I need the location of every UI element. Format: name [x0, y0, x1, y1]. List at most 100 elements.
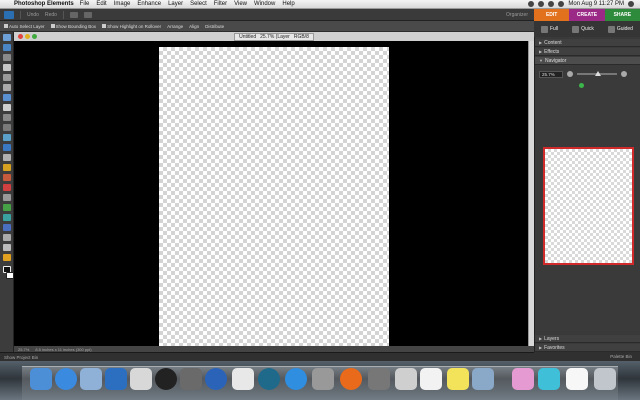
- layout-icon[interactable]: [83, 11, 92, 18]
- iphoto-icon[interactable]: [105, 368, 127, 390]
- zoom-window-icon[interactable]: [32, 34, 37, 39]
- firefox-icon[interactable]: [340, 368, 362, 390]
- menu-clock[interactable]: Mon Aug 9 11:27 PM: [568, 1, 624, 7]
- zoom-tool-icon[interactable]: [3, 44, 11, 51]
- time-machine-icon[interactable]: [258, 368, 280, 390]
- document-canvas[interactable]: [159, 47, 389, 346]
- spotlight-icon[interactable]: [628, 1, 634, 7]
- menu-image[interactable]: Image: [114, 1, 131, 7]
- stickies-icon[interactable]: [447, 368, 469, 390]
- menu-layer[interactable]: Layer: [168, 1, 183, 7]
- menu-edit[interactable]: Edit: [96, 1, 106, 7]
- quick-selection-icon[interactable]: [3, 104, 11, 111]
- recompose-icon[interactable]: [3, 134, 11, 141]
- finder-icon[interactable]: [30, 368, 52, 390]
- magic-wand-icon[interactable]: [3, 94, 11, 101]
- slider-knob[interactable]: [595, 71, 601, 76]
- eraser-icon[interactable]: [3, 174, 11, 181]
- menu-help[interactable]: Help: [282, 1, 294, 7]
- battery-icon[interactable]: [558, 1, 565, 7]
- close-icon[interactable]: [18, 34, 23, 39]
- brush-icon[interactable]: [3, 194, 11, 201]
- paint-bucket-icon[interactable]: [3, 204, 11, 211]
- wifi-icon[interactable]: [538, 1, 545, 7]
- align-button[interactable]: Align: [189, 24, 199, 29]
- arrange-button[interactable]: Arrange: [167, 24, 183, 29]
- minimize-icon[interactable]: [25, 34, 30, 39]
- panel-content-header[interactable]: ▶ Content: [535, 39, 640, 47]
- type-tool-icon[interactable]: [3, 114, 11, 121]
- tab-full[interactable]: Full: [541, 25, 558, 33]
- lasso-tool-icon[interactable]: [3, 84, 11, 91]
- menu-view[interactable]: View: [234, 1, 247, 7]
- text-edit-icon[interactable]: [232, 368, 254, 390]
- zoom-in-icon[interactable]: [621, 71, 627, 77]
- bluetooth-icon[interactable]: [528, 1, 535, 7]
- iphoto-library-icon[interactable]: [472, 368, 494, 390]
- document-tab[interactable]: Untitled 25.7% (Layer RGB/8: [234, 32, 314, 41]
- dashboard-icon[interactable]: [155, 368, 177, 390]
- menu-file[interactable]: File: [80, 1, 90, 7]
- hand-tool-icon[interactable]: [3, 54, 11, 61]
- distribute-button[interactable]: Distribute: [205, 24, 224, 29]
- bounding-box-checkbox[interactable]: Show Bounding Box: [50, 24, 96, 29]
- navigator-zoom-field[interactable]: 25.7%: [539, 70, 563, 78]
- safari-icon[interactable]: [55, 368, 77, 390]
- panel-favorites-header[interactable]: ▶ Favorites: [535, 344, 640, 352]
- panel-navigator-header[interactable]: ▼ Navigator: [535, 57, 640, 65]
- ical-icon[interactable]: [420, 368, 442, 390]
- undo-button[interactable]: Undo: [27, 12, 39, 18]
- photo-booth-icon[interactable]: [180, 368, 202, 390]
- background-color-swatch[interactable]: [6, 272, 14, 279]
- red-eye-icon[interactable]: [3, 144, 11, 151]
- camera-icon[interactable]: [312, 368, 334, 390]
- panel-layers-header[interactable]: ▶ Layers: [535, 335, 640, 343]
- show-project-bin-toggle[interactable]: Show Project Bin: [4, 355, 38, 360]
- app-menu[interactable]: Photoshop Elements: [14, 1, 74, 7]
- status-zoom[interactable]: 25.7%: [18, 347, 29, 352]
- tab-guided[interactable]: Guided: [607, 25, 633, 33]
- trash-icon[interactable]: [594, 368, 616, 390]
- tab-edit[interactable]: EDIT: [534, 9, 570, 21]
- google-earth-icon[interactable]: [205, 368, 227, 390]
- sponge-tool-icon[interactable]: [3, 244, 11, 251]
- app-store-icon[interactable]: [285, 368, 307, 390]
- menu-select[interactable]: Select: [190, 1, 207, 7]
- navigator-zoom-slider[interactable]: [577, 71, 617, 76]
- shape-tool-icon[interactable]: [3, 224, 11, 231]
- healing-brush-icon[interactable]: [3, 154, 11, 161]
- blur-tool-icon[interactable]: [3, 234, 11, 241]
- tab-create[interactable]: CREATE: [569, 9, 605, 21]
- marquee-tool-icon[interactable]: [3, 74, 11, 81]
- clone-stamp-icon[interactable]: [3, 164, 11, 171]
- move-tool-icon[interactable]: [3, 34, 11, 41]
- zoom-out-icon[interactable]: [567, 71, 573, 77]
- bird-icon[interactable]: [538, 368, 560, 390]
- tab-quick[interactable]: Quick: [572, 25, 594, 33]
- panel-effects-header[interactable]: ▶ Effects: [535, 48, 640, 56]
- folder-icon[interactable]: [512, 368, 534, 390]
- menu-filter[interactable]: Filter: [214, 1, 227, 7]
- auto-select-checkbox[interactable]: Auto Select Layer: [4, 24, 45, 29]
- menu-window[interactable]: Window: [254, 1, 275, 7]
- redo-button[interactable]: Redo: [45, 12, 57, 18]
- navigator-thumbnail[interactable]: [543, 147, 634, 265]
- highlight-checkbox[interactable]: Show Highlight on Rollover: [102, 24, 161, 29]
- volume-icon[interactable]: [548, 1, 555, 7]
- palette-bin-toggle[interactable]: Palette Bin: [610, 354, 632, 359]
- crop-tool-icon[interactable]: [3, 124, 11, 131]
- menu-enhance[interactable]: Enhance: [137, 1, 161, 7]
- canvas-area[interactable]: [14, 41, 528, 346]
- tab-share[interactable]: SHARE: [604, 9, 640, 21]
- photoshop-icon[interactable]: [395, 368, 417, 390]
- gradient-icon[interactable]: [3, 214, 11, 221]
- system-prefs-icon[interactable]: [368, 368, 390, 390]
- printer-icon[interactable]: [130, 368, 152, 390]
- pencil-icon[interactable]: [3, 184, 11, 191]
- document-icon[interactable]: [566, 368, 588, 390]
- preview-icon[interactable]: [80, 368, 102, 390]
- smart-brush-icon[interactable]: [3, 254, 11, 261]
- eyedropper-icon[interactable]: [3, 64, 11, 71]
- workspace-icon[interactable]: [69, 11, 78, 18]
- organizer-button[interactable]: Organizer: [506, 12, 528, 18]
